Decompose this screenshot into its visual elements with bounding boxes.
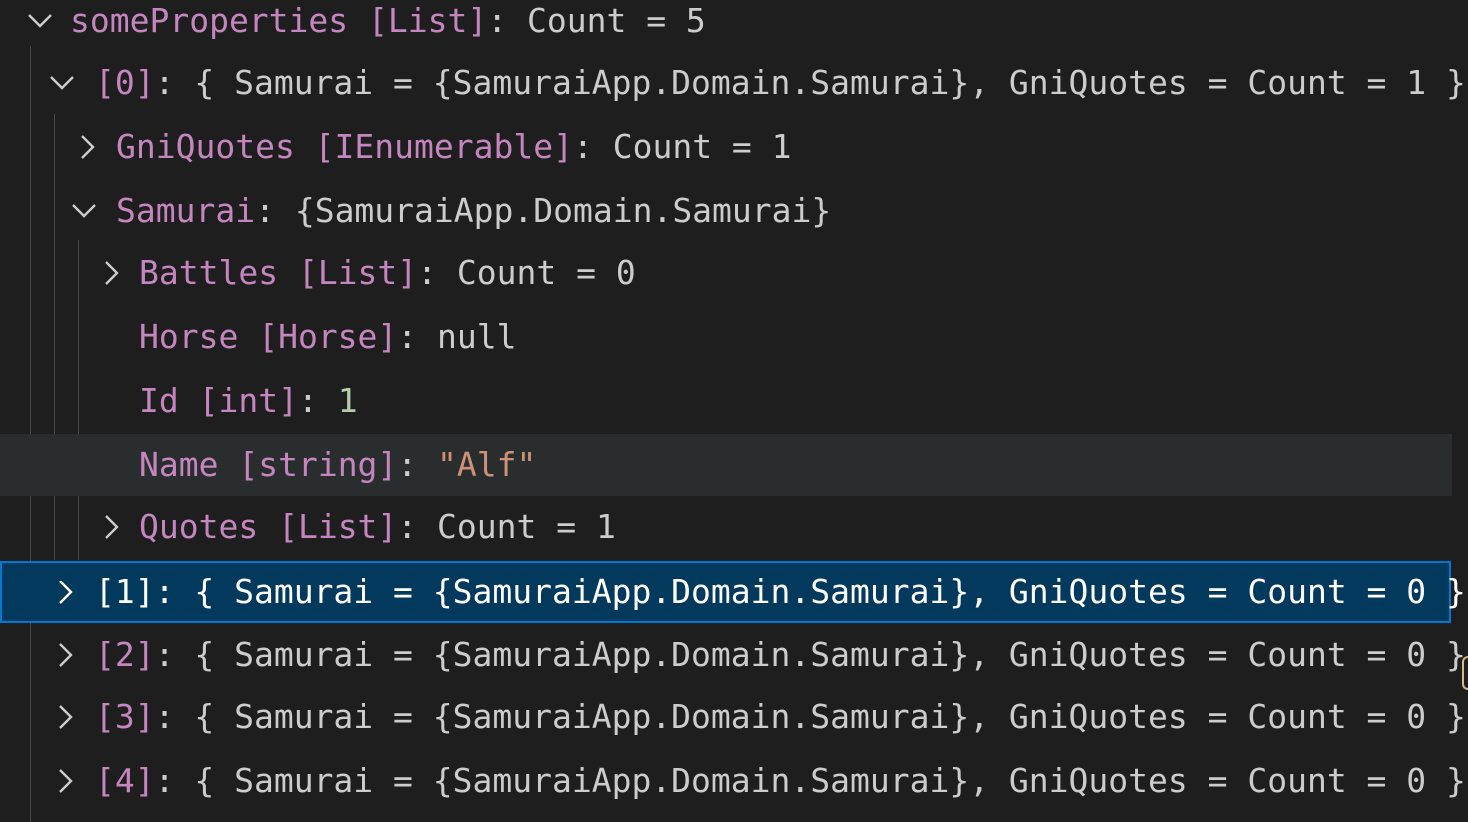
variable-value: 1 (337, 381, 358, 420)
variable-name: someProperties (70, 1, 349, 40)
variable-name: [0] (95, 63, 155, 102)
chevron-right-icon[interactable] (72, 116, 102, 178)
tree-row-Samurai[interactable]: Samurai: {SamuraiApp.Domain.Samurai} (0, 180, 1452, 242)
variable-type: [IEnumerable] (294, 127, 573, 166)
tree-row-label: Name [string]: "Alf" (139, 434, 536, 496)
variable-name: Id (139, 381, 179, 420)
variable-value: Count = 0 (456, 253, 636, 292)
variable-type: [List] (258, 507, 398, 546)
variable-name: [2] (95, 635, 155, 674)
separator: : (397, 445, 438, 484)
variable-value: Count = 1 (612, 127, 792, 166)
variable-type: [List] (278, 253, 418, 292)
separator: : (487, 1, 527, 40)
variable-value: Count = 5 (526, 1, 706, 40)
variable-name: [1] (95, 572, 155, 611)
tree-row-item-3[interactable]: [3]: { Samurai = {SamuraiApp.Domain.Samu… (0, 686, 1466, 748)
variable-name: GniQuotes (116, 127, 295, 166)
tree-row-Id[interactable]: Id [int]: 1 (0, 370, 1452, 432)
variable-value: { Samurai = {SamuraiApp.Domain.Samurai},… (194, 63, 1466, 102)
tree-row-Name[interactable]: Name [string]: "Alf" (0, 434, 1452, 496)
tree-row-label: [2]: { Samurai = {SamuraiApp.Domain.Samu… (95, 624, 1466, 686)
chevron-right-icon[interactable] (96, 496, 126, 558)
chevron-right-icon[interactable] (96, 242, 126, 304)
separator: : (154, 63, 195, 102)
tree-row-someProperties[interactable]: someProperties [List]: Count = 5 (0, 0, 1452, 52)
tree-row-label: someProperties [List]: Count = 5 (70, 0, 706, 52)
chevron-right-icon[interactable] (50, 563, 80, 625)
separator: : (397, 317, 438, 356)
tree-row-Battles[interactable]: Battles [List]: Count = 0 (0, 242, 1452, 304)
tree-row-label: [4]: { Samurai = {SamuraiApp.Domain.Samu… (95, 750, 1466, 812)
variable-value: null (437, 317, 517, 356)
tree-row-label: [0]: { Samurai = {SamuraiApp.Domain.Samu… (95, 52, 1466, 114)
separator: : (154, 761, 195, 800)
separator: : (154, 572, 195, 611)
variable-value: { Samurai = {SamuraiApp.Domain.Samurai},… (194, 572, 1466, 611)
tree-row-label: Quotes [List]: Count = 1 (139, 496, 616, 558)
variables-tree: someProperties [List]: Count = 5 [0]: { … (0, 0, 1468, 822)
separator: : (572, 127, 613, 166)
variable-name: Quotes (139, 507, 259, 546)
tree-row-label: Samurai: {SamuraiApp.Domain.Samurai} (116, 180, 831, 242)
tree-row-item-1[interactable]: [1]: { Samurai = {SamuraiApp.Domain.Samu… (0, 561, 1466, 625)
variable-name: Horse (139, 317, 239, 356)
tree-row-item-0[interactable]: [0]: { Samurai = {SamuraiApp.Domain.Samu… (0, 52, 1466, 114)
variable-name: [4] (95, 761, 155, 800)
chevron-right-icon[interactable] (50, 686, 80, 748)
chevron-down-icon[interactable] (24, 0, 54, 52)
separator: : (297, 381, 338, 420)
variable-name: [3] (95, 697, 155, 736)
variable-type: [int] (178, 381, 298, 420)
tree-row-label: Id [int]: 1 (139, 370, 358, 432)
separator: : (154, 697, 195, 736)
chevron-down-icon[interactable] (46, 52, 76, 114)
tree-row-Quotes[interactable]: Quotes [List]: Count = 1 (0, 496, 1452, 558)
tree-row-label: [3]: { Samurai = {SamuraiApp.Domain.Samu… (95, 686, 1466, 748)
variable-value: Count = 1 (437, 507, 616, 546)
variable-name: Samurai (116, 191, 256, 230)
separator: : (417, 253, 457, 292)
separator: : (154, 635, 195, 674)
chevron-down-icon[interactable] (68, 180, 98, 242)
tree-row-item-4[interactable]: [4]: { Samurai = {SamuraiApp.Domain.Samu… (0, 750, 1466, 812)
variable-value: {SamuraiApp.Domain.Samurai} (294, 191, 832, 230)
variable-name: Battles (139, 253, 279, 292)
tree-row-Horse[interactable]: Horse [Horse]: null (0, 306, 1452, 368)
tree-row-label: Horse [Horse]: null (139, 306, 517, 368)
variable-name: Name (139, 445, 219, 484)
tree-row-label: GniQuotes [IEnumerable]: Count = 1 (116, 116, 792, 178)
tree-row-label: [1]: { Samurai = {SamuraiApp.Domain.Samu… (95, 561, 1466, 623)
chevron-right-icon[interactable] (50, 750, 80, 812)
separator: : (255, 191, 295, 230)
variable-type: [List] (348, 1, 488, 40)
tree-row-label: Battles [List]: Count = 0 (139, 242, 636, 304)
variable-type: [string] (218, 445, 398, 484)
variable-value: "Alf" (437, 445, 537, 484)
variable-value: { Samurai = {SamuraiApp.Domain.Samurai},… (194, 697, 1466, 736)
separator: : (397, 507, 438, 546)
variable-value: { Samurai = {SamuraiApp.Domain.Samurai},… (194, 761, 1466, 800)
tree-row-GniQuotes[interactable]: GniQuotes [IEnumerable]: Count = 1 (0, 116, 1452, 178)
variable-value: { Samurai = {SamuraiApp.Domain.Samurai},… (194, 635, 1466, 674)
variable-type: [Horse] (238, 317, 398, 356)
scrollbar-marker[interactable] (1462, 656, 1468, 690)
chevron-right-icon[interactable] (50, 624, 80, 686)
tree-row-item-2[interactable]: [2]: { Samurai = {SamuraiApp.Domain.Samu… (0, 624, 1466, 686)
